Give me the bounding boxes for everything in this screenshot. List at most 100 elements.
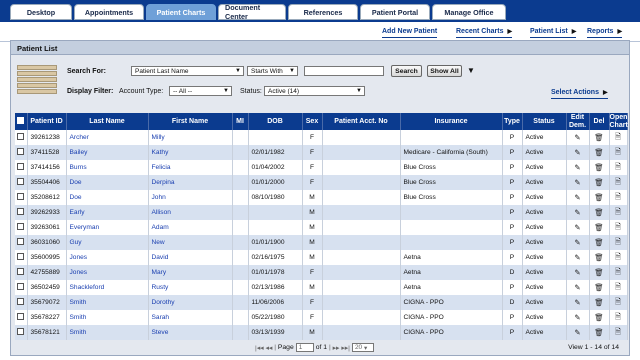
cell-last-name[interactable]: Shackleford — [66, 280, 149, 295]
cell-last-name[interactable]: Guy — [66, 235, 149, 250]
tab-references[interactable]: References — [288, 4, 358, 20]
cell-last-name[interactable]: Smith — [66, 295, 149, 310]
pencil-icon[interactable]: ✎ — [574, 238, 580, 247]
delete-button[interactable]: 🗑 — [589, 145, 610, 160]
edit-dem-button[interactable]: ✎ — [566, 310, 590, 325]
col-dob[interactable]: DOB — [248, 113, 303, 130]
cell-first-name[interactable]: Allison — [148, 205, 233, 220]
patient-list-button[interactable]: Patient List ▶ — [530, 25, 577, 38]
open-chart-button[interactable]: 🗎 — [609, 280, 628, 295]
delete-button[interactable]: 🗑 — [589, 130, 610, 145]
trash-icon[interactable]: 🗑 — [594, 238, 604, 247]
cell-last-name[interactable]: Jones — [66, 250, 149, 265]
pencil-icon[interactable]: ✎ — [574, 283, 580, 292]
trash-icon[interactable]: 🗑 — [594, 283, 604, 292]
pencil-icon[interactable]: ✎ — [574, 253, 580, 262]
cell-first-name[interactable]: David — [148, 250, 233, 265]
delete-button[interactable]: 🗑 — [589, 175, 610, 190]
match-mode-select[interactable]: Starts With ▼ — [247, 66, 298, 76]
table-row[interactable]: 35600995 Jones David 02/16/1975 M Aetna P Activ… — [15, 250, 628, 265]
delete-button[interactable]: 🗑 — [589, 205, 610, 220]
row-checkbox[interactable] — [15, 265, 28, 280]
document-icon[interactable]: 🗎 — [615, 161, 621, 174]
col-status[interactable]: Status — [522, 113, 567, 130]
next-page-icon[interactable]: ▸▸ — [333, 344, 340, 352]
cell-last-name[interactable]: Smith — [66, 325, 149, 340]
cell-first-name[interactable]: Dorothy — [148, 295, 233, 310]
cell-first-name[interactable]: Kathy — [148, 145, 233, 160]
edit-dem-button[interactable]: ✎ — [566, 145, 590, 160]
trash-icon[interactable]: 🗑 — [594, 253, 604, 262]
first-page-icon[interactable]: |◂◂ — [255, 344, 264, 352]
edit-dem-button[interactable]: ✎ — [566, 175, 590, 190]
cell-first-name[interactable]: Milly — [148, 130, 233, 145]
delete-button[interactable]: 🗑 — [589, 310, 610, 325]
delete-button[interactable]: 🗑 — [589, 190, 610, 205]
cell-last-name[interactable]: Doe — [66, 175, 149, 190]
cell-first-name[interactable]: Sarah — [148, 310, 233, 325]
delete-button[interactable]: 🗑 — [589, 325, 610, 340]
recent-charts-button[interactable]: Recent Charts ▶ — [456, 25, 513, 38]
row-checkbox[interactable] — [15, 295, 28, 310]
pencil-icon[interactable]: ✎ — [574, 328, 580, 337]
pencil-icon[interactable]: ✎ — [574, 268, 580, 277]
cell-last-name[interactable]: Doe — [66, 190, 149, 205]
trash-icon[interactable]: 🗑 — [594, 193, 604, 202]
open-chart-button[interactable]: 🗎 — [609, 130, 628, 145]
cell-first-name[interactable]: Rusty — [148, 280, 233, 295]
edit-dem-button[interactable]: ✎ — [566, 325, 590, 340]
table-row[interactable]: 39261238 Archer Milly F P Active ✎ 🗑 🗎 — [15, 130, 628, 145]
open-chart-button[interactable]: 🗎 — [609, 265, 628, 280]
table-row[interactable]: 37411528 Bailey Kathy 02/01/1982 F Medicare -… — [15, 145, 628, 160]
cell-first-name[interactable]: Mary — [148, 265, 233, 280]
trash-icon[interactable]: 🗑 — [594, 208, 604, 217]
table-row[interactable]: 36502459 Shackleford Rusty 02/13/1986 M Aetna… — [15, 280, 628, 295]
edit-dem-button[interactable]: ✎ — [566, 190, 590, 205]
edit-dem-button[interactable]: ✎ — [566, 220, 590, 235]
account-type-select[interactable]: -- All -- ▼ — [169, 86, 232, 96]
edit-dem-button[interactable]: ✎ — [566, 205, 590, 220]
tab-appointments[interactable]: Appointments — [74, 4, 144, 20]
cell-last-name[interactable]: Burns — [66, 160, 149, 175]
cell-last-name[interactable]: Bailey — [66, 145, 149, 160]
open-chart-button[interactable]: 🗎 — [609, 295, 628, 310]
edit-dem-button[interactable]: ✎ — [566, 130, 590, 145]
cell-last-name[interactable]: Jones — [66, 265, 149, 280]
row-checkbox[interactable] — [15, 325, 28, 340]
row-checkbox[interactable] — [15, 190, 28, 205]
last-page-icon[interactable]: ▸▸| — [341, 344, 350, 352]
table-row[interactable]: 35208612 Doe John 08/10/1980 M Blue Cross P Act… — [15, 190, 628, 205]
open-chart-button[interactable]: 🗎 — [609, 160, 628, 175]
col-type[interactable]: Type — [502, 113, 523, 130]
edit-dem-button[interactable]: ✎ — [566, 265, 590, 280]
row-checkbox[interactable] — [15, 130, 28, 145]
pencil-icon[interactable]: ✎ — [574, 193, 580, 202]
trash-icon[interactable]: 🗑 — [594, 313, 604, 322]
delete-button[interactable]: 🗑 — [589, 235, 610, 250]
table-row[interactable]: 35504406 Doe Derpina 01/01/2000 F Blue Cross P… — [15, 175, 628, 190]
trash-icon[interactable]: 🗑 — [594, 163, 604, 172]
table-row[interactable]: 36031060 Guy New 01/01/1900 M P Active ✎ 🗑 🗎 — [15, 235, 628, 250]
edit-dem-button[interactable]: ✎ — [566, 295, 590, 310]
search-field-select[interactable]: Patient Last Name ▼ — [131, 66, 244, 76]
col-patient-id[interactable]: Patient ID — [27, 113, 67, 130]
document-icon[interactable]: 🗎 — [615, 146, 621, 159]
pencil-icon[interactable]: ✎ — [574, 163, 580, 172]
document-icon[interactable]: 🗎 — [615, 236, 621, 249]
document-icon[interactable]: 🗎 — [615, 251, 621, 264]
edit-dem-button[interactable]: ✎ — [566, 160, 590, 175]
trash-icon[interactable]: 🗑 — [594, 178, 604, 187]
trash-icon[interactable]: 🗑 — [594, 133, 604, 142]
document-icon[interactable]: 🗎 — [615, 131, 621, 144]
open-chart-button[interactable]: 🗎 — [609, 220, 628, 235]
row-checkbox[interactable] — [15, 235, 28, 250]
document-icon[interactable]: 🗎 — [615, 296, 621, 309]
col-acct-no[interactable]: Patient Acct. No — [322, 113, 401, 130]
pencil-icon[interactable]: ✎ — [574, 148, 580, 157]
tab-patient-charts[interactable]: Patient Charts — [146, 4, 216, 20]
document-icon[interactable]: 🗎 — [615, 221, 621, 234]
tab-manage-office[interactable]: Manage Office — [432, 4, 506, 20]
open-chart-button[interactable]: 🗎 — [609, 235, 628, 250]
cell-first-name[interactable]: Steve — [148, 325, 233, 340]
row-checkbox[interactable] — [15, 160, 28, 175]
